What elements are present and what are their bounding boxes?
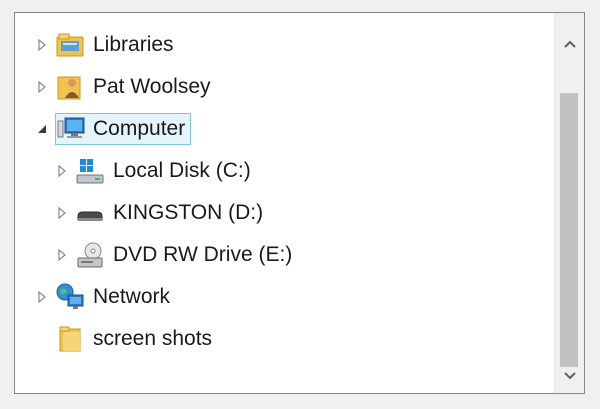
tree-item-kingston-d[interactable]: KINGSTON (D:)	[53, 196, 269, 230]
tree-item-network[interactable]: Network	[33, 280, 176, 314]
usb-drive-icon	[75, 198, 105, 228]
collapse-arrow-icon[interactable]	[33, 120, 51, 138]
network-icon	[55, 282, 85, 312]
computer-icon	[56, 114, 86, 144]
windows-drive-icon	[75, 156, 105, 186]
tree-item-pat-woolsey[interactable]: Pat Woolsey	[33, 70, 217, 104]
scrollbar-thumb[interactable]	[560, 93, 578, 367]
folder-tree: Libraries Pat Woolsey Computer Local Dis…	[15, 13, 555, 393]
expand-arrow-icon[interactable]	[33, 36, 51, 54]
expand-arrow-icon[interactable]	[33, 78, 51, 96]
expand-arrow-icon[interactable]	[53, 204, 71, 222]
tree-item-label: Local Disk (C:)	[113, 159, 251, 182]
tree-item-label: KINGSTON (D:)	[113, 201, 264, 224]
tree-item-dvd-rw-drive-e[interactable]: DVD RW Drive (E:)	[53, 238, 298, 272]
folder-icon	[55, 324, 85, 354]
tree-item-label: DVD RW Drive (E:)	[113, 243, 293, 266]
scroll-down-button[interactable]	[555, 359, 584, 393]
expand-arrow-icon[interactable]	[53, 162, 71, 180]
vertical-scrollbar[interactable]	[554, 13, 584, 393]
tree-item-local-disk-c[interactable]: Local Disk (C:)	[53, 154, 257, 188]
tree-item-label: Network	[93, 285, 171, 308]
scroll-up-icon	[563, 40, 576, 48]
expand-arrow-icon[interactable]	[53, 246, 71, 264]
tree-item-label: Libraries	[93, 33, 174, 56]
tree-item-computer[interactable]: Computer	[33, 112, 192, 146]
dvd-drive-icon	[75, 240, 105, 270]
scroll-up-button[interactable]	[555, 27, 584, 61]
tree-item-label: Pat Woolsey	[93, 75, 211, 98]
tree-item-label: Computer	[93, 117, 186, 140]
expand-arrow-icon[interactable]	[33, 288, 51, 306]
scroll-down-icon	[563, 372, 576, 380]
user-folder-icon	[55, 72, 85, 102]
libraries-folder-icon	[55, 30, 85, 60]
tree-item-label: screen shots	[93, 327, 213, 350]
tree-item-libraries[interactable]: Libraries	[33, 28, 180, 62]
tree-item-screen-shots[interactable]: screen shots	[33, 322, 218, 356]
navigation-pane: Libraries Pat Woolsey Computer Local Dis…	[14, 12, 585, 394]
